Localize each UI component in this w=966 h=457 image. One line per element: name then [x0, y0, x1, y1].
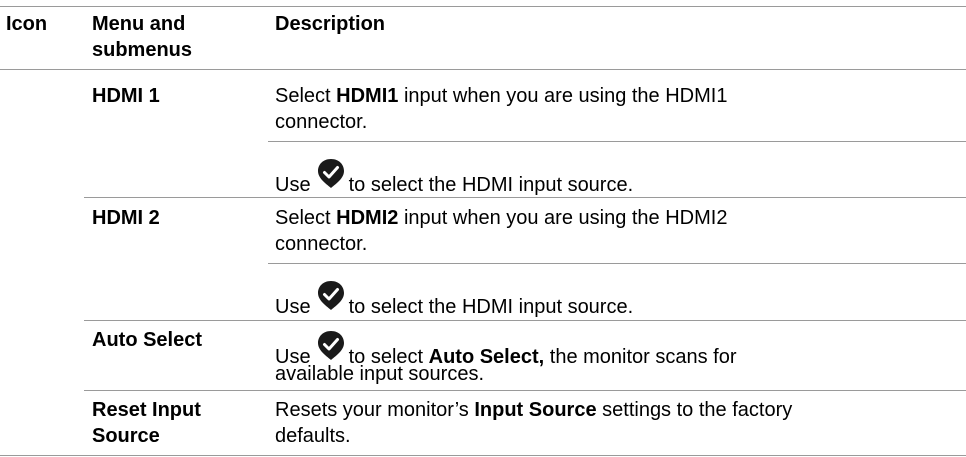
header-menu-line2: submenus [92, 39, 193, 61]
menu-hdmi2: HDMI 2 [92, 207, 160, 229]
menu-reset-input-line2: Source [92, 425, 160, 447]
menu-auto-select: Auto Select [92, 329, 203, 351]
hdmi2-desc-line2: connector. [275, 233, 368, 255]
checkmark-icon [315, 329, 347, 361]
checkmark-icon [315, 279, 347, 311]
hdmi1-desc-line1: Select HDMI1 input when you are using th… [275, 85, 728, 107]
hdmi2-inner-divider [268, 263, 966, 264]
hdmi1-inner-divider [268, 141, 966, 142]
table-top-border [0, 6, 966, 7]
row-divider-3 [84, 390, 966, 391]
hdmi2-use-line: Use to select the HDMI input source. [275, 281, 633, 320]
hdmi1-desc-line2: connector. [275, 111, 368, 133]
hdmi2-desc-line1: Select HDMI2 input when you are using th… [275, 207, 728, 229]
header-description: Description [275, 13, 386, 35]
checkmark-icon [315, 157, 347, 189]
menu-reset-input-line1: Reset Input [92, 399, 201, 421]
row-divider-2 [84, 320, 966, 321]
table-bottom-border [0, 455, 966, 456]
reset-desc-line1: Resets your monitor’s Input Source setti… [275, 399, 793, 421]
menu-hdmi1: HDMI 1 [92, 85, 160, 107]
row-divider-1 [84, 197, 966, 198]
hdmi1-use-line: Use to select the HDMI input source. [275, 159, 633, 198]
header-menu-line1: Menu and [92, 13, 186, 35]
auto-select-desc-line2: available input sources. [275, 363, 485, 385]
header-icon: Icon [6, 13, 48, 35]
header-bottom-border [0, 69, 966, 70]
reset-desc-line2: defaults. [275, 425, 351, 447]
